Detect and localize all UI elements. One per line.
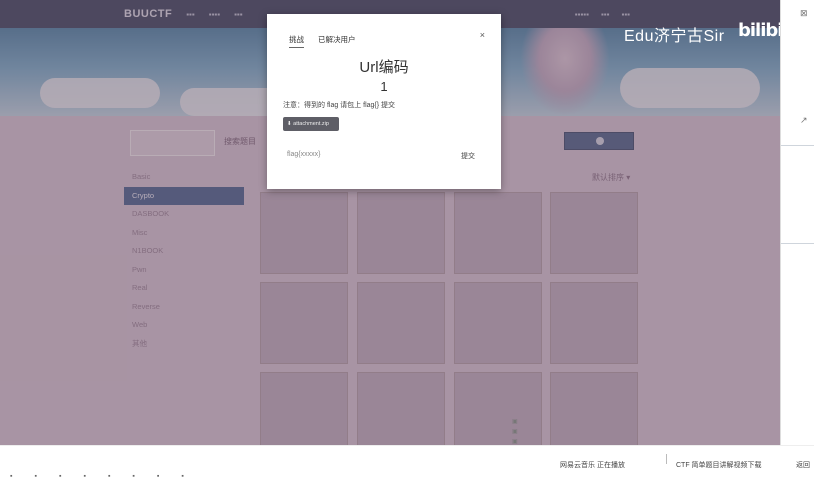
tab-challenge[interactable]: 挑战 xyxy=(289,34,304,48)
modal-tabs: 挑战 已解决用户 xyxy=(289,34,356,48)
challenge-modal: 挑战 已解决用户 × Url编码 1 注意：得到的 flag 请包上 flag{… xyxy=(267,14,501,189)
taskbar-icon[interactable]: ▪ xyxy=(59,473,61,480)
link-icon[interactable]: ↗ xyxy=(800,115,810,125)
download-attachment-button[interactable]: ⬇ attachment.zip xyxy=(283,117,339,131)
challenge-title: Url编码 xyxy=(359,59,409,76)
flag-input[interactable]: flag{xxxxx} xyxy=(287,151,320,158)
taskbar-icon[interactable]: ▪ xyxy=(181,473,183,480)
screen: BUUCTF ▪▪▪ ▪▪▪▪ ▪▪▪ ▪▪▪▪▪ ▪▪▪ ▪▪▪ 搜索题目 B… xyxy=(0,0,814,480)
marker-icon: ▣ xyxy=(512,429,518,435)
taskbar-icon[interactable]: ▪ xyxy=(83,473,85,480)
marker-icon: ▣ xyxy=(512,439,518,445)
status-ticker-3[interactable]: 返回 xyxy=(796,460,810,470)
marker-icon: ▣ xyxy=(512,419,518,425)
taskbar-icons: ▪ ▪ ▪ ▪ ▪ ▪ ▪ ▪ xyxy=(0,473,400,480)
status-ticker-2[interactable]: CTF 简单题目讲解视频下载 xyxy=(676,460,762,470)
status-ticker-1[interactable]: 网易云音乐 正在播放 xyxy=(560,460,625,470)
taskbar-icon[interactable]: ▪ xyxy=(10,473,12,480)
taskbar-icon[interactable]: ▪ xyxy=(108,473,110,480)
download-label: attachment.zip xyxy=(293,121,329,127)
divider xyxy=(781,145,814,146)
divider xyxy=(781,243,814,244)
challenge-note: 注意：得到的 flag 请包上 flag{} 提交 xyxy=(283,102,396,109)
divider xyxy=(666,454,667,464)
taskbar-icon[interactable]: ▪ xyxy=(157,473,159,480)
side-panel xyxy=(780,0,814,445)
submit-button[interactable]: 提交 xyxy=(461,151,475,161)
uploader-watermark: Edu济宁古Sir xyxy=(624,28,725,45)
tab-solves[interactable]: 已解决用户 xyxy=(318,34,356,48)
taskbar-icon[interactable]: ▪ xyxy=(132,473,134,480)
bottom-bar: 网易云音乐 正在播放 CTF 简单题目讲解视频下载 返回 ▪ ▪ ▪ ▪ ▪ ▪… xyxy=(0,445,814,480)
close-icon[interactable]: × xyxy=(480,30,485,40)
browser-page: BUUCTF ▪▪▪ ▪▪▪▪ ▪▪▪ ▪▪▪▪▪ ▪▪▪ ▪▪▪ 搜索题目 B… xyxy=(0,0,780,445)
taskbar-icon[interactable]: ▪ xyxy=(34,473,36,480)
close-panel-icon[interactable]: ⊠ xyxy=(800,8,810,18)
challenge-score: 1 xyxy=(380,79,388,94)
bilibili-logo: bilibili xyxy=(738,20,780,41)
